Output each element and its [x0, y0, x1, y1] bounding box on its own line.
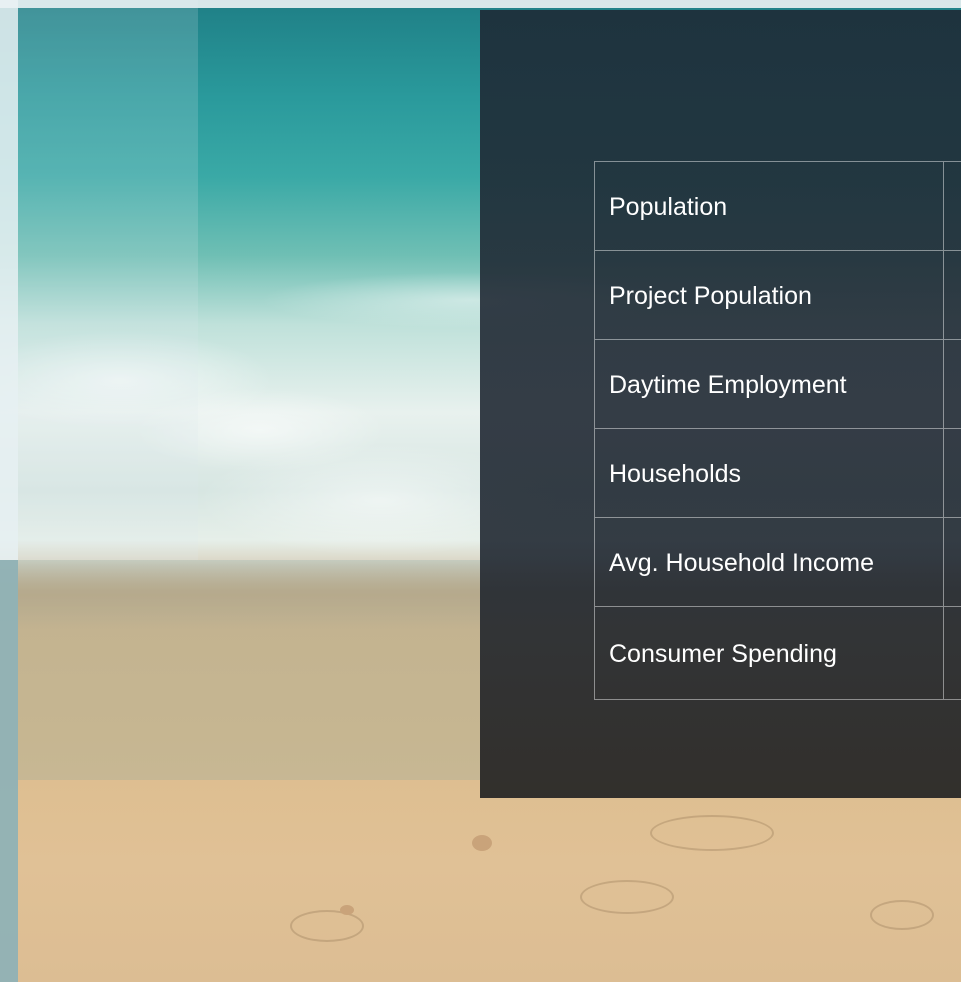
stats-table: Population Project Population Daytime Em…	[594, 161, 961, 700]
stat-row-households: Households	[594, 428, 961, 517]
stat-label: Consumer Spending	[595, 607, 944, 699]
stat-value	[944, 518, 961, 606]
pebble	[472, 835, 492, 851]
top-edge-strip	[0, 0, 961, 8]
footprint	[870, 900, 934, 930]
stat-value	[944, 251, 961, 339]
stat-label: Daytime Employment	[595, 340, 944, 428]
stat-row-project-population: Project Population	[594, 250, 961, 339]
pebble	[340, 905, 354, 915]
stat-value	[944, 429, 961, 517]
footprint	[290, 910, 364, 942]
stat-value	[944, 340, 961, 428]
footprint	[650, 815, 774, 851]
stat-value	[944, 607, 961, 699]
stat-row-population: Population	[594, 161, 961, 250]
stat-label: Avg. Household Income	[595, 518, 944, 606]
lower-tint-block	[0, 560, 480, 780]
page: Population Project Population Daytime Em…	[0, 0, 961, 982]
footprint	[580, 880, 674, 914]
left-edge-strip-lower	[0, 560, 18, 982]
stat-row-avg-household-income: Avg. Household Income	[594, 517, 961, 606]
stat-label: Project Population	[595, 251, 944, 339]
left-tint-block	[0, 0, 198, 560]
stat-label: Population	[595, 162, 944, 250]
stat-row-daytime-employment: Daytime Employment	[594, 339, 961, 428]
stat-value	[944, 162, 961, 250]
stat-row-consumer-spending: Consumer Spending	[594, 606, 961, 700]
stat-label: Households	[595, 429, 944, 517]
